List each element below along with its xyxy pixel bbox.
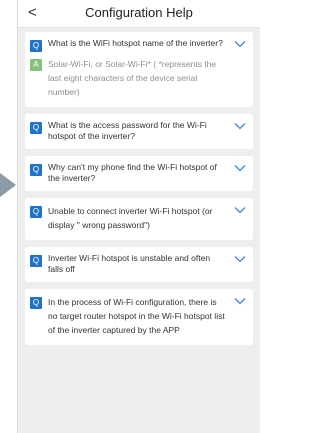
faq-question: Why can't my phone find the Wi-Fi hotspo… (48, 162, 217, 183)
chevron-down-icon[interactable] (234, 40, 246, 48)
question-badge: Q (30, 40, 42, 52)
faq-question: What is the WiFi hotspot name of the inv… (48, 38, 223, 48)
faq-item-unable-to-connect[interactable]: Q Unable to connect inverter Wi-Fi hotsp… (25, 198, 253, 240)
app-header: < Configuration Help (18, 0, 260, 28)
faq-question: Inverter Wi-Fi hotspot is unstable and o… (48, 253, 211, 274)
faq-item-cannot-find-hotspot[interactable]: Q Why can't my phone find the Wi-Fi hots… (25, 156, 253, 191)
page-title: Configuration Help (85, 5, 193, 20)
question-badge: Q (30, 122, 42, 134)
question-badge: Q (30, 297, 42, 309)
faq-answer: Solar-Wi-Fi, or Solar-Wi-Fi* ( *represen… (48, 59, 217, 97)
chevron-down-icon[interactable] (234, 122, 246, 130)
faq-item-access-password[interactable]: Q What is the access password for the Wi… (25, 114, 253, 149)
faq-question: In the process of Wi-Fi configuration, t… (48, 297, 225, 335)
configuration-help-screen: < Configuration Help Q What is the WiFi … (17, 0, 260, 433)
chevron-down-icon[interactable] (234, 297, 246, 305)
faq-question: What is the access password for the Wi-F… (48, 120, 207, 141)
faq-item-hotspot-name[interactable]: Q What is the WiFi hotspot name of the i… (25, 32, 253, 107)
question-badge: Q (30, 206, 42, 218)
question-badge: Q (30, 255, 42, 267)
faq-list: Q What is the WiFi hotspot name of the i… (25, 32, 253, 352)
question-badge: Q (30, 164, 42, 176)
faq-question: Unable to connect inverter Wi-Fi hotspot… (48, 206, 213, 230)
chevron-down-icon[interactable] (234, 206, 246, 214)
chevron-down-icon[interactable] (234, 255, 246, 263)
chevron-down-icon[interactable] (234, 164, 246, 172)
faq-item-hotspot-unstable[interactable]: Q Inverter Wi-Fi hotspot is unstable and… (25, 247, 253, 282)
answer-badge: A (30, 59, 42, 71)
faq-item-no-target-router[interactable]: Q In the process of Wi-Fi configuration,… (25, 289, 253, 345)
